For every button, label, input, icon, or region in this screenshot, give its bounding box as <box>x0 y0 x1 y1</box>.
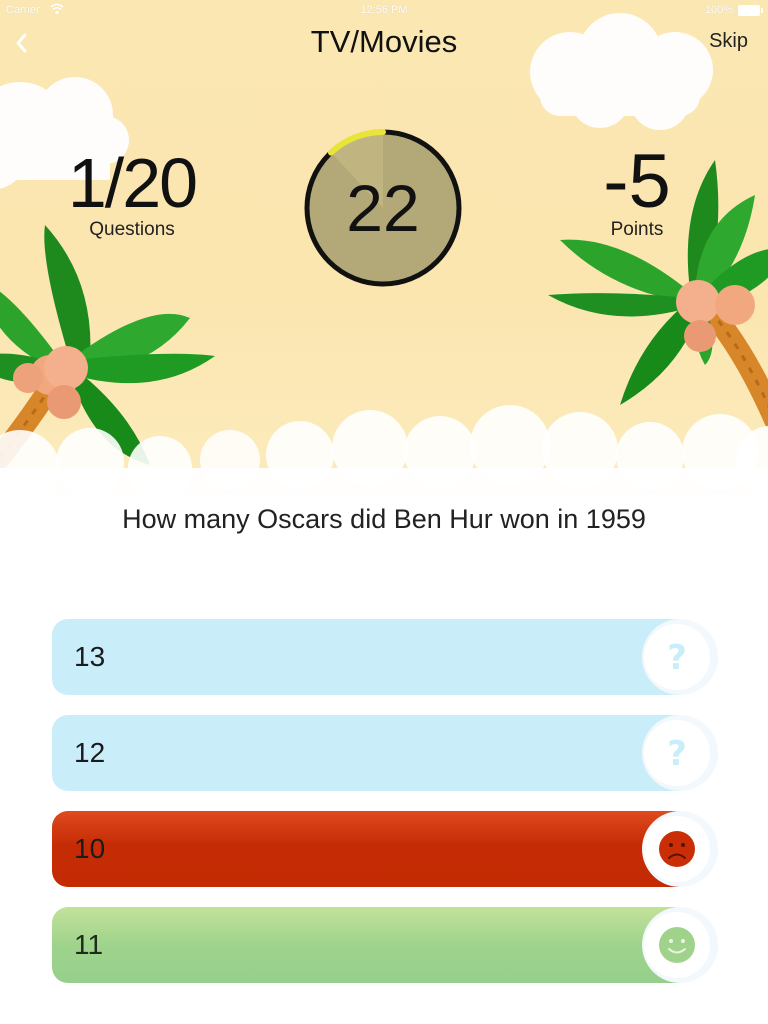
answer-option-3[interactable]: 10 <box>52 811 718 887</box>
answer-bar <box>52 619 680 695</box>
skip-button[interactable]: Skip <box>709 30 748 53</box>
points-label: Points <box>610 219 664 240</box>
questions-label: Questions <box>89 219 175 240</box>
answer-label: 11 <box>74 929 104 960</box>
answer-bar <box>52 715 680 791</box>
page-title: TV/Movies <box>310 24 458 59</box>
question-mark-icon: ? <box>667 638 687 678</box>
answer-label: 13 <box>74 641 106 672</box>
points-value: -5 <box>603 139 671 224</box>
answer-option-4[interactable]: 11 <box>52 907 718 983</box>
timer-value: 22 <box>346 171 420 245</box>
answer-option-2[interactable]: 12 ? <box>52 715 718 791</box>
battery-percentage: 100% <box>704 4 733 16</box>
status-time: 12:56 PM <box>360 4 408 16</box>
svg-text:?: ? <box>667 734 687 774</box>
question-mark-icon: ? <box>667 734 687 774</box>
answer-label: 10 <box>74 833 106 864</box>
sad-face-icon <box>659 831 695 867</box>
answer-bar <box>52 811 680 887</box>
svg-text:?: ? <box>667 638 687 678</box>
battery-icon <box>738 5 763 16</box>
answer-label: 12 <box>74 737 106 768</box>
question-text: How many Oscars did Ben Hur won in 1959 <box>122 504 646 534</box>
happy-face-icon <box>659 927 695 963</box>
answer-bar <box>52 907 680 983</box>
status-bar: Carrier 12:56 PM 100% <box>0 0 768 20</box>
question-counter: 1/20 <box>67 144 198 222</box>
answer-option-1[interactable]: 13 ? <box>52 619 718 695</box>
